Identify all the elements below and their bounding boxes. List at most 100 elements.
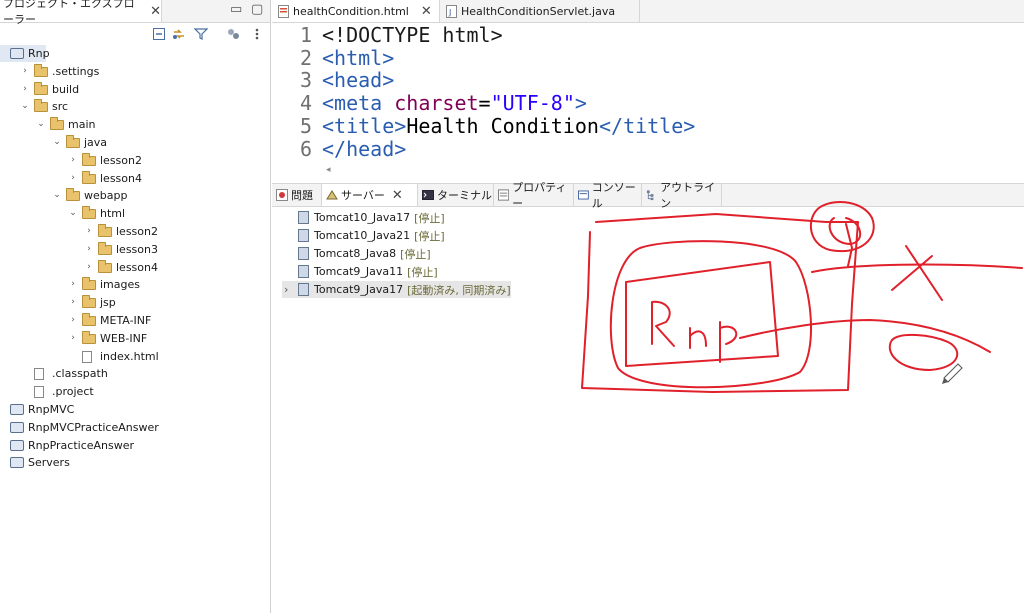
chevron-right-icon[interactable]: › [69, 333, 77, 343]
focus-icon[interactable] [226, 27, 240, 41]
tree-item[interactable]: Rnp [0, 45, 50, 62]
tree-item-label: index.html [100, 349, 159, 363]
editor-tab-bar: healthCondition.html ✕ J HealthCondition… [272, 0, 1024, 23]
tree-item[interactable]: › .settings [0, 63, 270, 80]
tab-servers[interactable]: サーバー ✕ [322, 184, 418, 206]
chevron-right-icon[interactable]: › [21, 84, 29, 94]
code-line[interactable]: </head> [322, 136, 406, 161]
tree-item-label: RnpPracticeAnswer [28, 438, 135, 452]
chevron-down-icon[interactable]: ⌄ [69, 208, 77, 218]
server-row[interactable]: Tomcat10_Java17 [停止] [298, 209, 445, 226]
chevron-right-icon[interactable]: › [69, 155, 77, 165]
tab-health-condition-servlet-java[interactable]: J HealthConditionServlet.java [440, 0, 640, 22]
line-number: 6 [299, 136, 312, 161]
tree-item[interactable]: › lesson3 [0, 241, 270, 258]
tree-item[interactable]: RnpMVC [0, 401, 270, 418]
chevron-down-icon[interactable]: ⌄ [21, 101, 29, 111]
chevron-right-icon[interactable]: › [69, 173, 77, 183]
tab-project-explorer[interactable]: プロジェクト・エクスプローラー ✕ [0, 0, 162, 26]
server-row[interactable]: Tomcat10_Java21 [停止] [298, 227, 445, 244]
tree-item[interactable]: RnpMVCPracticeAnswer [0, 419, 270, 436]
code-line[interactable]: <html> [322, 45, 394, 70]
code-line[interactable]: <head> [322, 69, 394, 92]
tree-item[interactable]: Servers [0, 454, 270, 471]
chevron-right-icon[interactable]: › [85, 244, 93, 254]
tab-properties[interactable]: プロパティー [494, 181, 574, 210]
code-line[interactable]: <!DOCTYPE html> [322, 24, 503, 47]
tab-outline[interactable]: アウトライン [642, 181, 722, 210]
tree-item[interactable]: › lesson2 [0, 152, 270, 169]
folder-icon [66, 135, 80, 148]
server-row[interactable]: Tomcat9_Java11 [停止] [298, 263, 438, 280]
project-icon [10, 421, 24, 433]
tree-item[interactable]: › lesson2 [0, 223, 270, 240]
chevron-right-icon[interactable]: › [85, 226, 93, 236]
tab-terminal[interactable]: ターミナル [418, 184, 494, 206]
code-line[interactable]: <meta charset="UTF-8"> [322, 92, 587, 115]
code-token: </ [598, 113, 624, 138]
tree-item[interactable]: › WEB-INF [0, 330, 270, 347]
tree-item[interactable]: › lesson4 [0, 170, 270, 187]
tree-item[interactable]: › images [0, 276, 270, 293]
tab-health-condition-html[interactable]: healthCondition.html ✕ [272, 0, 440, 22]
file-icon [82, 350, 92, 363]
tree-item-label: WEB-INF [100, 331, 148, 345]
bottom-views: 問題 サーバー ✕ ターミナル プロパティー コンソール アウトライン Tomc… [272, 181, 1024, 614]
tree-item[interactable]: ⌄ main [0, 116, 270, 133]
horizontal-scroll-marker[interactable]: ◂ [326, 165, 331, 175]
close-icon[interactable]: ✕ [421, 4, 432, 19]
tree-item-label: RnpMVC [28, 403, 75, 416]
editor-area: healthCondition.html ✕ J HealthCondition… [272, 0, 1024, 180]
project-icon [10, 404, 24, 415]
tree-item[interactable]: ⌄ java [0, 134, 270, 151]
servers-icon [326, 190, 338, 200]
line-number: 4 [299, 91, 312, 116]
server-icon [298, 247, 309, 260]
line-number: 3 [299, 68, 312, 93]
tab-problems[interactable]: 問題 [272, 184, 322, 206]
close-icon[interactable]: ✕ [392, 188, 403, 203]
tree-item[interactable]: RnpPracticeAnswer [0, 437, 270, 454]
code-token: html [334, 45, 383, 70]
tree-item[interactable]: › jsp [0, 294, 270, 311]
chevron-right-icon[interactable]: › [69, 279, 77, 289]
tree-item[interactable]: › META-INF [0, 312, 270, 329]
file-icon [34, 386, 44, 399]
code-editor[interactable]: 1 <!DOCTYPE html> 2 <html> 3 <head> 4 <meta cha… [272, 24, 1024, 164]
close-icon[interactable]: ✕ [150, 4, 161, 19]
code-line[interactable]: <title>Health Condition</title> [322, 113, 695, 138]
tree-item[interactable]: ⌄ webapp [0, 187, 270, 204]
minimize-icon[interactable]: ▭ [230, 2, 242, 17]
tree-item[interactable]: index.html [0, 348, 270, 365]
chevron-right-icon[interactable]: › [69, 315, 77, 325]
tree-item[interactable]: › build [0, 81, 270, 98]
tree-item[interactable]: ⌄ html [0, 205, 270, 222]
chevron-down-icon[interactable]: ⌄ [53, 137, 61, 147]
maximize-icon[interactable]: ▢ [251, 2, 263, 17]
tree-item[interactable]: ⌄ src [0, 98, 270, 115]
tree-item[interactable]: › lesson4 [0, 259, 270, 276]
folder-icon [98, 224, 112, 237]
server-row[interactable]: Tomcat8_Java8 [停止] [298, 245, 431, 262]
folder-icon [98, 241, 112, 255]
tree-item[interactable]: .project [0, 383, 270, 400]
chevron-right-icon[interactable]: › [69, 297, 77, 307]
server-state: [停止] [407, 265, 438, 279]
chevron-right-icon[interactable]: › [284, 283, 288, 296]
server-row[interactable]: › Tomcat9_Java17 [起動済み, 同期済み] [282, 281, 511, 298]
file-icon [34, 368, 44, 381]
chevron-right-icon[interactable]: › [21, 66, 29, 76]
filter-icon[interactable] [194, 27, 208, 41]
collapse-all-icon[interactable] [152, 27, 166, 41]
code-token: title [334, 113, 395, 138]
view-menu-icon[interactable] [250, 27, 264, 41]
tab-console[interactable]: コンソール [574, 181, 642, 210]
link-with-editor-icon[interactable] [172, 27, 186, 41]
chevron-down-icon[interactable]: ⌄ [37, 119, 45, 129]
code-token: head [346, 136, 395, 161]
code-token: <!DOCTYPE html> [322, 23, 503, 47]
tree-item[interactable]: .classpath [0, 365, 270, 382]
tree-item-label: java [84, 136, 108, 149]
chevron-right-icon[interactable]: › [85, 262, 93, 272]
chevron-down-icon[interactable]: ⌄ [53, 190, 61, 200]
